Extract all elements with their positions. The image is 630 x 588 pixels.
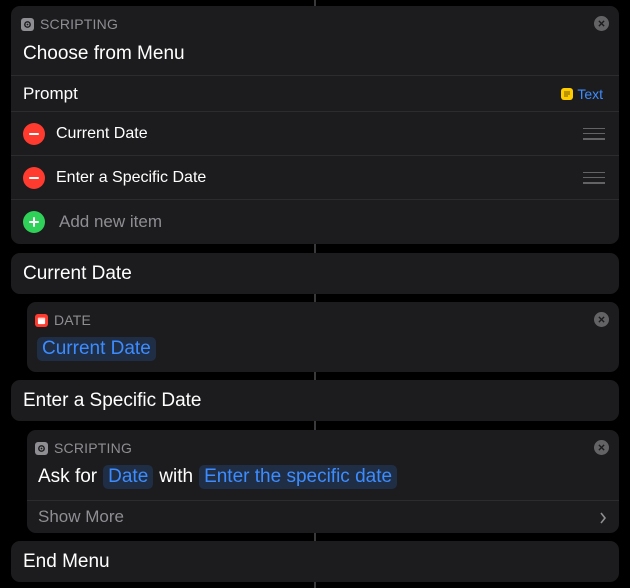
- category-header: DATE: [27, 305, 619, 335]
- remove-item-button[interactable]: [23, 166, 45, 189]
- text-variable-token[interactable]: Text: [561, 86, 603, 102]
- date-action-card[interactable]: DATE Current Date: [27, 302, 619, 372]
- menu-item-row: Enter a Specific Date: [11, 155, 619, 199]
- ask-sentence: Ask for Date with Enter the specific dat…: [38, 465, 398, 489]
- calendar-icon: [35, 313, 48, 327]
- menu-branch-specific-date[interactable]: Enter a Specific Date: [11, 380, 619, 421]
- prompt-label: Prompt: [23, 83, 78, 103]
- show-more-label: Show More: [38, 507, 124, 526]
- remove-item-button[interactable]: [23, 122, 45, 145]
- branch-label: Enter a Specific Date: [23, 390, 202, 411]
- action-title: Choose from Menu: [23, 43, 185, 64]
- gear-icon: [35, 441, 48, 455]
- ask-middle: with: [159, 466, 194, 487]
- branch-label: Current Date: [23, 263, 132, 284]
- text-icon: [561, 87, 574, 100]
- category-label: SCRIPTING: [54, 440, 133, 456]
- add-item-label: Add new item: [59, 211, 162, 231]
- chevron-right-icon: [599, 511, 607, 529]
- ask-prefix: Ask for: [38, 466, 98, 487]
- add-item-button[interactable]: [23, 210, 45, 233]
- text-token-label: Text: [577, 85, 603, 102]
- choose-from-menu-card[interactable]: SCRIPTING Choose from Menu Prompt Text C…: [11, 6, 619, 244]
- prompt-text-token[interactable]: Enter the specific date: [199, 465, 398, 489]
- category-header: SCRIPTING: [27, 433, 619, 463]
- close-icon[interactable]: [594, 312, 609, 327]
- ask-for-input-card[interactable]: SCRIPTING Ask for Date with Enter the sp…: [27, 430, 619, 533]
- prompt-row[interactable]: Prompt Text: [11, 75, 619, 111]
- close-icon[interactable]: [594, 16, 609, 31]
- show-more-row[interactable]: Show More: [27, 500, 619, 533]
- end-menu-card[interactable]: End Menu: [11, 541, 619, 582]
- category-label: SCRIPTING: [40, 16, 119, 32]
- menu-item-row: Current Date: [11, 111, 619, 155]
- end-menu-label: End Menu: [23, 551, 110, 572]
- menu-item-label[interactable]: Current Date: [56, 125, 148, 143]
- category-label: DATE: [54, 312, 92, 328]
- current-date-token[interactable]: Current Date: [37, 337, 156, 361]
- category-header: SCRIPTING: [11, 9, 619, 39]
- reorder-handle-icon[interactable]: [583, 127, 605, 140]
- input-type-token[interactable]: Date: [103, 465, 154, 489]
- add-item-row[interactable]: Add new item: [11, 199, 619, 243]
- menu-branch-current-date[interactable]: Current Date: [11, 253, 619, 294]
- reorder-handle-icon[interactable]: [583, 171, 605, 184]
- menu-item-label[interactable]: Enter a Specific Date: [56, 169, 206, 187]
- gear-icon: [21, 17, 34, 31]
- close-icon[interactable]: [594, 440, 609, 455]
